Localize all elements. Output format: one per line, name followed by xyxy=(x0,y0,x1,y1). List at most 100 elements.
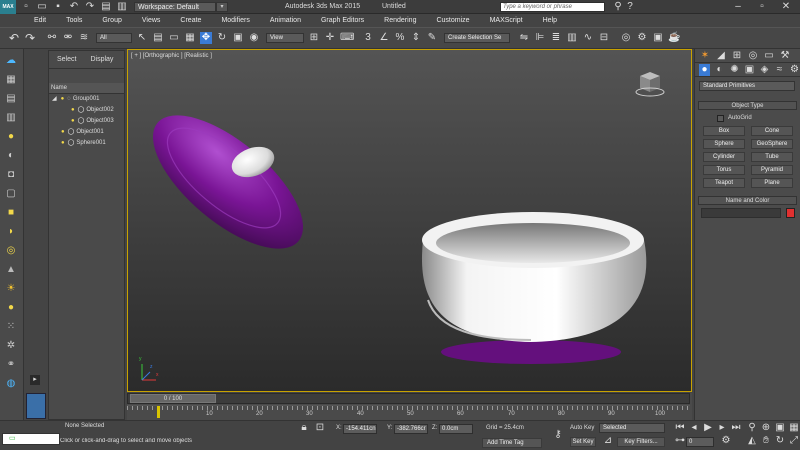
lights-icon[interactable]: ✺ xyxy=(729,64,740,76)
search-icon[interactable]: ⚲ xyxy=(612,1,624,13)
time-cursor[interactable] xyxy=(157,406,160,418)
unlink-icon[interactable]: ⚮ xyxy=(62,32,74,44)
camera-icon[interactable]: ◘ xyxy=(4,168,18,182)
sphere-shape-icon[interactable]: ◗ xyxy=(4,225,18,239)
help-icon[interactable]: ? xyxy=(624,1,636,13)
add-time-tag-button[interactable]: Add Time Tag xyxy=(482,438,542,448)
align-icon[interactable]: ⊫ xyxy=(534,32,546,44)
zoom-extents-icon[interactable]: ▣ xyxy=(774,422,786,434)
set-key-icon[interactable]: ⊿ xyxy=(602,435,614,447)
light-bulb-icon[interactable]: ● xyxy=(61,127,65,138)
shapes-icon[interactable]: ◐ xyxy=(714,64,725,76)
select-move-icon[interactable]: ✥ xyxy=(200,32,212,44)
viewport-orthographic[interactable]: [ + ] [Orthographic ] [Realistic ] x y z xyxy=(127,49,692,392)
select-scale-icon[interactable]: ▣ xyxy=(232,32,244,44)
torus-shape-icon[interactable]: ◎ xyxy=(4,244,18,258)
app-icon[interactable]: MAX xyxy=(0,0,16,14)
workspace-chevron-icon[interactable]: ▾ xyxy=(216,1,228,12)
sphere-primitive-icon[interactable]: ● xyxy=(4,301,18,315)
undo-icon[interactable]: ↶ xyxy=(8,32,20,44)
play-icon[interactable]: ▶ xyxy=(702,422,714,434)
z-coordinate-field[interactable]: 0.0cm xyxy=(439,424,473,434)
percent-snap-icon[interactable]: % xyxy=(394,32,406,44)
key-mode-dropdown[interactable]: Selected xyxy=(599,423,665,433)
key-mode-toggle-icon[interactable]: ⊶ xyxy=(674,435,686,447)
render-teapot-icon[interactable]: ☕ xyxy=(668,32,680,44)
menu-help[interactable]: Help xyxy=(543,17,557,24)
grid-dots-icon[interactable]: ⁙ xyxy=(4,320,18,334)
explorer-tab-select[interactable]: Select xyxy=(57,56,76,63)
lid-object[interactable] xyxy=(132,92,324,272)
motion-panel-icon[interactable]: ◎ xyxy=(747,50,759,62)
hold-icon[interactable]: ▤ xyxy=(100,1,112,13)
save-icon[interactable]: ▪ xyxy=(52,1,64,13)
orbit-icon[interactable]: ↻ xyxy=(774,435,786,447)
auto-key-label[interactable]: Auto Key xyxy=(570,425,594,431)
helpers-icon[interactable]: ◈ xyxy=(759,64,770,76)
object-name-field[interactable] xyxy=(701,208,781,218)
tree-row[interactable]: ● ◯ Object003 xyxy=(49,116,124,127)
hierarchy-panel-icon[interactable]: ⊞ xyxy=(731,50,743,62)
x-coordinate-field[interactable]: -154.411cn xyxy=(343,424,377,434)
maximize-viewport-icon[interactable]: ⤢ xyxy=(788,435,800,447)
graphite-ribbon-icon[interactable]: ▥ xyxy=(566,32,578,44)
time-config-icon[interactable]: ⚙ xyxy=(720,435,732,447)
edit-named-sets-icon[interactable]: ✎ xyxy=(426,32,438,44)
menu-create[interactable]: Create xyxy=(180,17,201,24)
material-editor-icon[interactable]: ◎ xyxy=(620,32,632,44)
redo-icon[interactable]: ↷ xyxy=(84,1,96,13)
tree-row[interactable]: ● ◯ Object001 xyxy=(49,127,124,138)
bowl-object[interactable] xyxy=(421,212,647,364)
sun-icon[interactable]: ☀ xyxy=(4,282,18,296)
box-shape-icon[interactable]: ■ xyxy=(4,206,18,220)
tree-row[interactable]: ◢ ● ◌ Group001 xyxy=(49,94,124,105)
maxscript-listener[interactable]: ▭ xyxy=(2,433,60,445)
render-setup-icon[interactable]: ⚙ xyxy=(636,32,648,44)
link-icon[interactable]: ⚯ xyxy=(46,32,58,44)
angle-snap-icon[interactable]: ∠ xyxy=(378,32,390,44)
view-cube[interactable] xyxy=(635,72,665,97)
tree-row[interactable]: ● ◯ Object002 xyxy=(49,105,124,116)
timeline-ruler[interactable]: 10 20 30 40 50 60 70 80 90 100 xyxy=(127,405,690,419)
cone-button[interactable]: Cone xyxy=(751,126,793,136)
rendered-frame-icon[interactable]: ▣ xyxy=(652,32,664,44)
open-file-icon[interactable]: ▭ xyxy=(36,1,48,13)
curve-editor-icon[interactable]: ∿ xyxy=(582,32,594,44)
next-frame-icon[interactable]: ▸ xyxy=(716,422,728,434)
new-file-icon[interactable]: ▫ xyxy=(20,1,32,13)
object-type-rollout-header[interactable]: Object Type xyxy=(698,101,797,110)
tube-button[interactable]: Tube xyxy=(751,152,793,162)
named-selection-dropdown[interactable]: Create Selection Se xyxy=(444,33,510,43)
explorer-mini-icon[interactable] xyxy=(26,393,46,419)
object-color-swatch[interactable] xyxy=(786,208,795,218)
motion-tab-icon[interactable]: ▥ xyxy=(4,111,18,125)
particles-icon[interactable]: ✲ xyxy=(4,339,18,353)
geometry-icon[interactable]: ● xyxy=(699,63,710,76)
keyboard-shortcut-icon[interactable]: ⌨ xyxy=(340,32,354,44)
go-end-icon[interactable]: ⏭︎ xyxy=(730,422,742,434)
menu-modifiers[interactable]: Modifiers xyxy=(221,17,249,24)
primitive-type-dropdown[interactable]: Standard Primitives xyxy=(699,81,795,91)
pan-icon[interactable]: ✋︎ xyxy=(760,435,772,447)
menu-edit[interactable]: Edit xyxy=(34,17,46,24)
light-bulb-icon[interactable]: ● xyxy=(71,105,75,116)
search-input[interactable]: Type a keyword or phrase xyxy=(500,1,605,12)
menu-group[interactable]: Group xyxy=(102,17,121,24)
absolute-mode-icon[interactable]: ⊡ xyxy=(314,422,326,434)
cone-shape-icon[interactable]: ▲ xyxy=(4,263,18,277)
light-icon[interactable]: ● xyxy=(4,130,18,144)
helper-icon[interactable]: ▢ xyxy=(4,187,18,201)
select-manipulate-icon[interactable]: ✛ xyxy=(324,32,336,44)
utilities-panel-icon[interactable]: ⚒ xyxy=(779,50,791,62)
cameras-icon[interactable]: ▣ xyxy=(744,64,755,76)
close-icon[interactable]: ✕ xyxy=(780,1,792,13)
selection-filter-dropdown[interactable]: All xyxy=(96,33,132,43)
tree-row[interactable]: ● ◯ Sphere001 xyxy=(49,138,124,149)
name-color-rollout-header[interactable]: Name and Color xyxy=(698,196,797,205)
maximize-icon[interactable]: ▫ xyxy=(756,1,768,13)
zoom-icon[interactable]: ⚲ xyxy=(746,422,758,434)
plane-button[interactable]: Plane xyxy=(751,178,793,188)
key-icon[interactable]: ⚷ xyxy=(552,429,564,441)
create-panel-icon[interactable]: ✶ xyxy=(699,50,711,62)
autogrid-checkbox[interactable] xyxy=(717,114,724,122)
